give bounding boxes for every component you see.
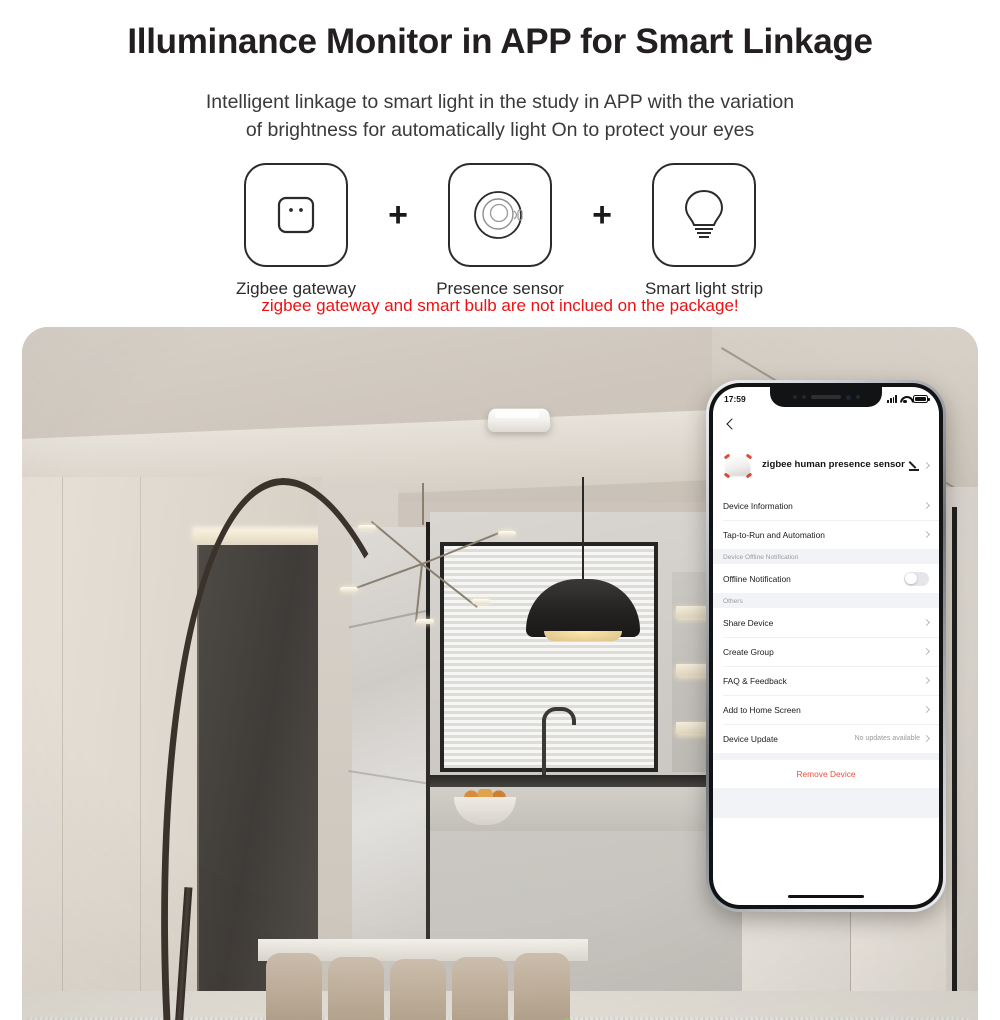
phone-notch xyxy=(770,387,882,407)
chevron-right-icon xyxy=(922,647,931,656)
proximity-sensor-dot xyxy=(792,395,797,399)
list-item-offline-notification[interactable]: Offline Notification xyxy=(713,564,939,593)
row-accessory xyxy=(922,530,931,539)
status-indicators xyxy=(887,395,930,404)
device-edit-control[interactable] xyxy=(909,460,931,471)
row-label: Device Update xyxy=(723,733,778,744)
right-door-frame xyxy=(952,507,957,1020)
list-section-gap xyxy=(713,753,939,760)
list-item-create-group[interactable]: Create Group xyxy=(713,637,939,666)
settings-list: Device Information Tap-to-Run and Automa… xyxy=(713,491,939,818)
row-accessory xyxy=(922,618,931,627)
wifi-icon xyxy=(900,395,910,404)
remove-device-button[interactable]: Remove Device xyxy=(713,760,939,788)
chevron-right-icon xyxy=(922,676,931,685)
row-label: Offline Notification xyxy=(723,573,791,584)
light-bulb-icon-box xyxy=(652,163,756,267)
device-header[interactable]: zigbee human presence sensor xyxy=(713,439,939,491)
gateway-icon-box xyxy=(244,163,348,267)
product-feature-page: Illuminance Monitor in APP for Smart Lin… xyxy=(0,0,1000,1020)
row-accessory xyxy=(922,676,931,685)
row-label: FAQ & Feedback xyxy=(723,675,787,686)
row-label: Add to Home Screen xyxy=(723,704,801,715)
sensor-dot xyxy=(855,395,860,399)
back-chevron-icon[interactable] xyxy=(723,417,739,433)
package-disclaimer: zigbee gateway and smart bulb are not in… xyxy=(261,296,739,315)
phone-mockup: 17:59 zigbee human presence sensor Devic… xyxy=(706,380,946,912)
pencil-edit-icon[interactable] xyxy=(909,460,920,471)
list-item-tap-to-run[interactable]: Tap-to-Run and Automation xyxy=(713,520,939,549)
remove-device-label: Remove Device xyxy=(796,769,856,779)
subtitle-line-1: Intelligent linkage to smart light in th… xyxy=(205,91,795,113)
home-indicator[interactable] xyxy=(788,894,864,898)
chandelier-stem xyxy=(422,483,424,525)
section-header-others: Others xyxy=(713,593,939,608)
phone-bezel: 17:59 zigbee human presence sensor Devic… xyxy=(709,383,943,909)
chevron-right-icon xyxy=(922,734,931,743)
device-update-status: No updates available xyxy=(854,735,920,742)
presence-sensor-icon xyxy=(474,191,523,239)
front-camera-icon xyxy=(845,394,851,400)
offline-notification-toggle[interactable] xyxy=(904,571,929,586)
green-branch-decor xyxy=(514,1003,606,1020)
list-item-device-information[interactable]: Device Information xyxy=(713,491,939,520)
presence-sensor-icon-box xyxy=(448,163,552,267)
row-label: Device Information xyxy=(723,500,793,511)
light-bulb-icon xyxy=(684,189,724,238)
row-label: Tap-to-Run and Automation xyxy=(723,529,825,540)
product-row: Zigbee gateway + Presence sensor + Smart… xyxy=(0,163,1000,299)
gateway-icon xyxy=(277,196,315,234)
product-presence-sensor: Presence sensor xyxy=(424,163,576,299)
row-accessory xyxy=(922,647,931,656)
product-zigbee-gateway: Zigbee gateway xyxy=(220,163,372,299)
phone-screen: 17:59 zigbee human presence sensor Devic… xyxy=(713,387,939,905)
pendant-cord xyxy=(582,477,584,585)
list-item-add-to-home-screen[interactable]: Add to Home Screen xyxy=(713,695,939,724)
chevron-right-icon xyxy=(922,501,931,510)
plus-separator-2: + xyxy=(592,196,612,234)
device-name: zigbee human presence sensor xyxy=(762,458,905,470)
row-label: Share Device xyxy=(723,617,774,628)
chevron-right-icon xyxy=(922,461,931,469)
product-smart-light-strip: Smart light strip xyxy=(628,163,780,299)
battery-icon xyxy=(913,395,930,403)
section-header-offline: Device Offline Notification xyxy=(713,549,939,564)
row-accessory xyxy=(922,705,931,714)
presence-sensor-avatar xyxy=(723,450,753,480)
list-item-device-update[interactable]: Device Update No updates available xyxy=(713,724,939,753)
earpiece-speaker xyxy=(810,395,841,399)
page-subtitle: Intelligent linkage to smart light in th… xyxy=(0,88,1000,144)
chevron-right-icon xyxy=(922,530,931,539)
status-time: 17:59 xyxy=(724,394,746,404)
list-bottom-fill xyxy=(713,788,939,818)
page-title: Illuminance Monitor in APP for Smart Lin… xyxy=(127,22,873,61)
signal-bars-icon xyxy=(887,395,897,403)
chevron-right-icon xyxy=(922,705,931,714)
ceiling-presence-sensor xyxy=(486,408,552,433)
list-item-faq-feedback[interactable]: FAQ & Feedback xyxy=(713,666,939,695)
list-item-share-device[interactable]: Share Device xyxy=(713,608,939,637)
plus-separator-1: + xyxy=(388,196,408,234)
subtitle-line-2: of brightness for automatically light On… xyxy=(245,119,755,141)
row-label: Create Group xyxy=(723,646,774,657)
row-accessory xyxy=(922,501,931,510)
room-photo: 17:59 zigbee human presence sensor Devic… xyxy=(22,327,978,1020)
header-section: Illuminance Monitor in APP for Smart Lin… xyxy=(0,0,1000,327)
ambient-sensor-dot xyxy=(801,395,806,399)
row-accessory: No updates available xyxy=(854,734,931,743)
chevron-right-icon xyxy=(922,618,931,627)
kitchen-faucet xyxy=(542,707,576,775)
